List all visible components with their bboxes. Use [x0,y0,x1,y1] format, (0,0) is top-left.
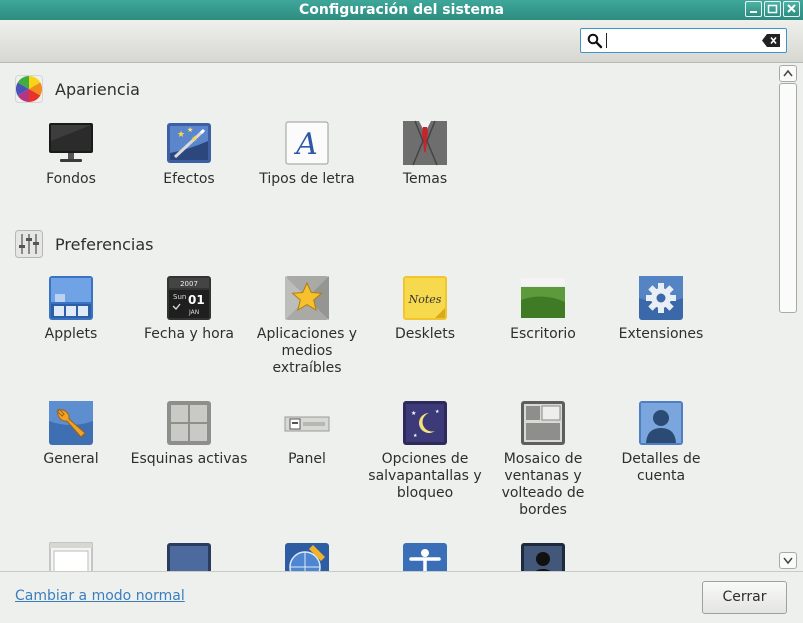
maximize-icon [767,4,778,14]
panel-applets-icon [49,276,93,320]
window-title: Configuración del sistema [298,2,504,18]
scroll-down-button[interactable] [779,552,797,569]
settings-item-desklets[interactable]: Notes Desklets [366,274,484,343]
settings-item-tipos-de-letra[interactable]: A Tipos de letra [248,119,366,188]
item-label: Opciones de salvapantallas y bloqueo [368,451,482,501]
item-label: General [43,451,99,467]
section-title: Apariencia [55,79,140,99]
accessibility-icon [403,543,447,571]
item-label: Desklets [394,326,456,342]
section-title: Preferencias [55,234,154,254]
item-label: Aplicaciones y medios extraíbles [256,326,358,376]
toolbar [0,20,803,63]
chevron-down-icon [783,557,793,565]
item-label: Tipos de letra [259,171,355,187]
settings-item-detalles-de-cuenta[interactable]: Detalles de cuenta [602,399,720,485]
calendar-day: 01 [188,293,205,307]
settings-item-partial[interactable] [366,541,484,571]
settings-item-partial[interactable] [130,541,248,571]
item-label: Temas [402,171,448,187]
settings-item-partial[interactable] [484,541,602,571]
scroll-up-button[interactable] [779,65,797,82]
svg-text:★: ★ [177,130,185,140]
calendar-month: JAN [188,309,199,316]
item-label: Efectos [163,171,215,187]
svg-text:★: ★ [413,433,418,439]
window-titlebar: Configuración del sistema [0,0,803,20]
star-media-icon [285,276,329,320]
svg-text:★: ★ [191,134,198,143]
text-caret [606,33,607,48]
magic-wand-icon: ★ ★ ★ [167,123,211,163]
settings-item-fondos[interactable]: Fondos [12,119,130,188]
document-window-icon [49,542,93,571]
globe-pencil-icon [285,543,329,571]
monitor-icon [49,123,93,162]
svg-text:A: A [293,127,318,162]
settings-item-panel[interactable]: Panel [248,399,366,468]
settings-content: Apariencia Fondos ★ ★ ★ Efectos A Tipos … [1,63,777,571]
settings-item-mosaico-de-ventanas[interactable]: Mosaico de ventanas y volteado de bordes [484,399,602,519]
appearance-rainbow-icon [15,75,43,103]
suit-tie-icon [403,120,447,166]
footer-bar: Cambiar a modo normal Cerrar [0,571,803,623]
sliders-icon [15,230,43,258]
close-icon [787,4,796,13]
display-icon [167,543,211,571]
item-label: Mosaico de ventanas y volteado de bordes [501,451,585,518]
calendar-year: 2007 [180,280,198,288]
user-silhouette-icon [521,543,565,571]
calendar-weekday: Sun [173,293,186,301]
switch-normal-mode-link[interactable]: Cambiar a modo normal [15,588,185,604]
item-label: Fondos [46,171,96,187]
search-input[interactable] [610,31,760,50]
item-label: Panel [288,451,326,467]
scroll-thumb[interactable] [779,83,797,313]
settings-item-efectos[interactable]: ★ ★ ★ Efectos [130,119,248,188]
maximize-button[interactable] [764,1,781,17]
search-icon [587,33,603,49]
item-label: Esquinas activas [130,451,248,467]
screensaver-moon-icon: ★ ★ ★ [403,401,447,445]
svg-text:★: ★ [435,409,440,415]
desktop-icon [521,278,565,318]
settings-item-general[interactable]: General [12,399,130,468]
svg-text:★: ★ [411,410,416,417]
close-button[interactable]: Cerrar [702,581,787,614]
settings-item-applets[interactable]: Applets [12,274,130,343]
settings-item-partial[interactable] [12,541,130,571]
settings-item-temas[interactable]: Temas [366,119,484,188]
settings-item-fecha-y-hora[interactable]: 2007 Sun 01 JAN Fecha y hora [130,274,248,343]
hot-corners-icon [167,401,211,445]
settings-item-escritorio[interactable]: Escritorio [484,274,602,343]
vertical-scrollbar[interactable] [778,63,799,571]
item-label: Detalles de cuenta [621,451,701,484]
window-tiling-icon [521,401,565,445]
search-box[interactable] [580,28,787,53]
settings-item-esquinas-activas[interactable]: Esquinas activas [130,399,248,468]
user-account-icon [639,401,683,445]
chevron-up-icon [783,69,793,77]
settings-item-extensiones[interactable]: Extensiones [602,274,720,343]
svg-text:★: ★ [187,126,193,134]
minimize-button[interactable] [745,1,762,17]
wrench-icon [49,401,93,445]
item-label: Applets [44,326,98,342]
settings-item-aplicaciones-y-medios-extraibles[interactable]: Aplicaciones y medios extraíbles [248,274,366,377]
minimize-icon [750,11,757,13]
gear-icon [639,276,683,320]
calendar-clock-icon: 2007 Sun 01 JAN [167,276,211,320]
settings-item-opciones-de-salvapantallas[interactable]: ★ ★ ★ Opciones de salvapantallas y bloqu… [366,399,484,502]
item-label: Extensiones [618,326,704,342]
settings-item-partial[interactable] [248,541,366,571]
close-window-button[interactable] [783,1,800,17]
sticky-note-icon: Notes [403,276,447,320]
font-letter-icon: A [285,121,329,165]
panel-icon [284,413,330,435]
item-label: Fecha y hora [143,326,234,342]
item-label: Escritorio [510,326,576,342]
clear-search-icon[interactable] [762,34,780,47]
svg-text:Notes: Notes [408,293,442,306]
